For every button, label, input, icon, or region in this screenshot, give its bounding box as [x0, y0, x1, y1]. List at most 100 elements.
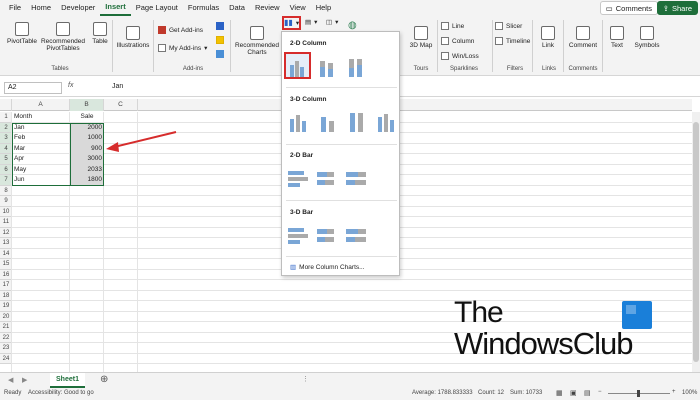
tab-developer[interactable]: Developer: [56, 0, 100, 16]
sparkline-line-button[interactable]: Line: [441, 22, 464, 30]
cell[interactable]: Sale: [70, 112, 104, 123]
sparkline-column-button[interactable]: Column: [441, 37, 474, 45]
name-box[interactable]: A2: [4, 82, 62, 94]
page-break-view-icon[interactable]: ▤: [584, 389, 591, 397]
insert-column-chart-button[interactable]: ▮▮ ▾: [284, 18, 299, 27]
zoom-slider-thumb[interactable]: [637, 390, 640, 397]
insert-hierarchy-chart-button[interactable]: ▤ ▾: [305, 18, 317, 26]
table-button[interactable]: Table: [90, 22, 110, 45]
slicer-button[interactable]: Slicer: [495, 22, 522, 30]
people-graph-icon[interactable]: [216, 50, 224, 58]
3d-clustered-column-option[interactable]: [286, 110, 309, 133]
prev-sheet-icon[interactable]: ◀: [8, 376, 13, 384]
maps-button[interactable]: ◍: [348, 20, 357, 31]
link-icon: [541, 26, 555, 40]
cell[interactable]: 2000: [70, 123, 104, 134]
column-header-c[interactable]: C: [104, 99, 138, 111]
link-button[interactable]: Link: [538, 26, 558, 49]
cell[interactable]: Jun: [12, 175, 70, 186]
tab-help[interactable]: Help: [311, 0, 336, 16]
menu-bar: File Home Developer Insert Page Layout Formul…: [0, 0, 700, 16]
status-ready: Ready: [4, 390, 22, 396]
recommended-pivottables-icon: [56, 22, 70, 36]
cell[interactable]: Jan: [12, 123, 70, 134]
text-button[interactable]: Text: [606, 26, 628, 49]
cell[interactable]: Mar: [12, 144, 70, 155]
zoom-level[interactable]: 100%: [682, 390, 697, 396]
zoom-in-icon[interactable]: +: [672, 389, 676, 395]
3d-clustered-bar-option[interactable]: [286, 223, 309, 246]
tab-home[interactable]: Home: [26, 0, 56, 16]
cell[interactable]: 2033: [70, 165, 104, 176]
3d-100-stacked-column-option[interactable]: [344, 110, 367, 133]
illustrations-button[interactable]: Illustrations: [116, 26, 150, 49]
3d-100-stacked-bar-option[interactable]: [344, 223, 367, 246]
3d-stacked-bar-option[interactable]: [315, 223, 338, 246]
clustered-column-option[interactable]: [284, 52, 311, 79]
gridline: [12, 300, 692, 301]
group-label-filters: Filters: [506, 66, 524, 72]
cell[interactable]: Month: [12, 112, 70, 123]
add-sheet-icon[interactable]: ⊕: [100, 374, 108, 385]
clustered-bar-option[interactable]: [286, 166, 309, 189]
normal-view-icon[interactable]: ▦: [556, 389, 563, 397]
zoom-slider[interactable]: [608, 390, 670, 397]
tab-file[interactable]: File: [4, 0, 26, 16]
3d-stacked-column-option[interactable]: [315, 110, 338, 133]
page-layout-view-icon[interactable]: ▣: [570, 389, 577, 397]
tab-formulas[interactable]: Formulas: [183, 0, 224, 16]
vertical-scrollbar[interactable]: [692, 112, 700, 372]
share-button[interactable]: ⇪ Share: [656, 1, 698, 15]
comment-icon: ▭: [605, 3, 613, 13]
recommended-pivottables-button[interactable]: Recommended PivotTables: [40, 22, 86, 52]
cell[interactable]: 3000: [70, 154, 104, 165]
column-header-b[interactable]: B: [70, 99, 104, 111]
3d-map-button[interactable]: 3D Map: [408, 26, 434, 49]
100-stacked-bar-option[interactable]: [344, 166, 367, 189]
tab-page-layout[interactable]: Page Layout: [131, 0, 183, 16]
symbols-button[interactable]: Symbols: [634, 26, 660, 49]
formula-input[interactable]: Jan: [112, 82, 123, 92]
cell[interactable]: Apr: [12, 154, 70, 165]
cell[interactable]: 900: [70, 144, 104, 155]
sheet-tab-sheet1[interactable]: Sheet1: [50, 373, 85, 388]
zoom-out-icon[interactable]: −: [598, 389, 602, 395]
recommended-charts-button[interactable]: Recommended Charts: [234, 26, 280, 56]
status-accessibility[interactable]: Accessibility: Good to go: [28, 390, 94, 396]
more-sheets-icon[interactable]: ⋮: [302, 375, 309, 383]
ribbon-separator: [230, 20, 231, 72]
recommended-charts-icon: [250, 26, 264, 40]
tab-insert[interactable]: Insert: [100, 0, 131, 16]
timeline-button[interactable]: Timeline: [495, 37, 530, 45]
tab-data[interactable]: Data: [224, 0, 250, 16]
cell[interactable]: Feb: [12, 133, 70, 144]
dropdown-divider: [286, 200, 397, 201]
insert-waterfall-chart-button[interactable]: ◫ ▾: [326, 18, 338, 26]
cell[interactable]: 1000: [70, 133, 104, 144]
get-addins-button[interactable]: Get Add-ins: [158, 26, 203, 34]
my-addins-button[interactable]: My Add-ins ▾: [158, 44, 207, 52]
select-all-corner[interactable]: [0, 99, 12, 111]
visio-icon[interactable]: [216, 22, 224, 30]
3d-column-option[interactable]: [373, 110, 396, 133]
comment-button[interactable]: Comment: [566, 26, 600, 49]
omega-icon: [640, 26, 654, 40]
tab-view[interactable]: View: [285, 0, 311, 16]
bing-maps-icon[interactable]: [216, 36, 224, 44]
pivottable-button[interactable]: PivotTable: [7, 22, 37, 45]
group-label-tables: Tables: [51, 66, 69, 72]
fx-label[interactable]: fx: [68, 82, 73, 89]
tab-review[interactable]: Review: [250, 0, 285, 16]
sparkline-winloss-button[interactable]: Win/Loss: [441, 52, 479, 60]
cell[interactable]: May: [12, 165, 70, 176]
comments-button[interactable]: ▭ Comments: [599, 1, 658, 15]
stacked-column-option[interactable]: [315, 54, 338, 77]
cell[interactable]: 1800: [70, 175, 104, 186]
100-stacked-column-option[interactable]: [344, 54, 367, 77]
more-column-charts-link[interactable]: ▥ More Column Charts...: [290, 263, 365, 272]
next-sheet-icon[interactable]: ▶: [22, 376, 27, 384]
column-header-a[interactable]: A: [12, 99, 70, 111]
stacked-bar-option[interactable]: [315, 166, 338, 189]
column-chart-dropdown: 2-D Column 3-D Column 2-D Bar 3-D Bar ▥ …: [281, 31, 400, 276]
scrollbar-thumb[interactable]: [693, 122, 699, 362]
